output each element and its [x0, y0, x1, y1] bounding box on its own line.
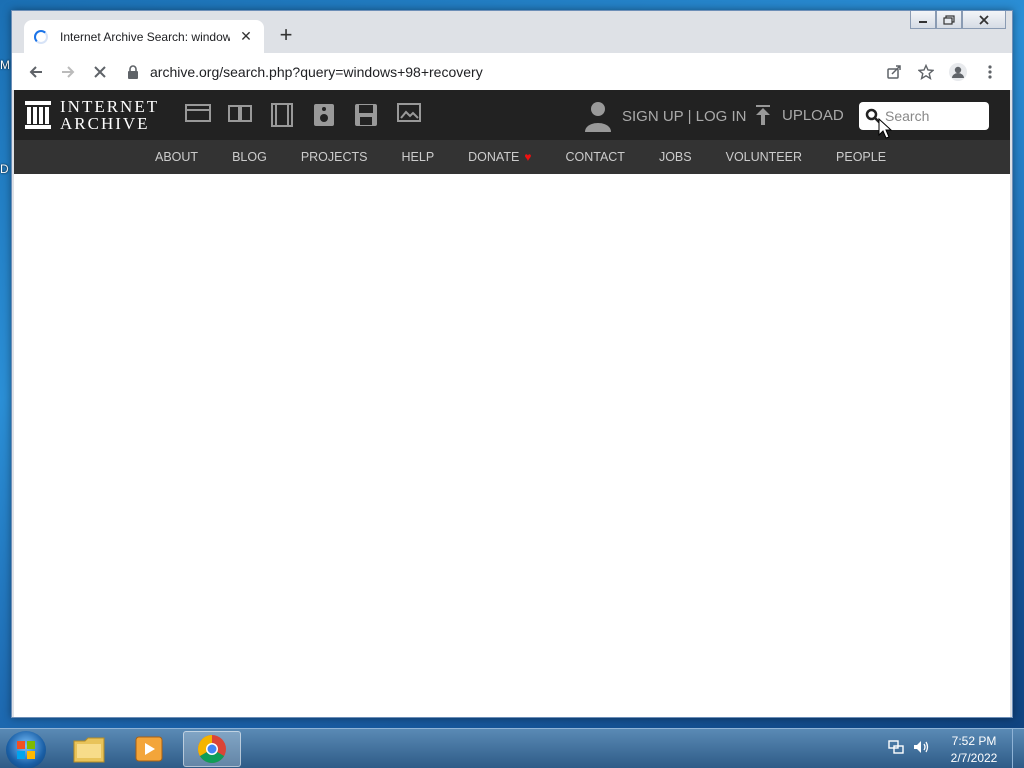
new-tab-button[interactable]: + — [274, 23, 298, 47]
chrome-taskbar-button[interactable] — [183, 731, 241, 767]
page-content: INTERNET ARCHIVE SIGN UP | LOG IN UPLOAD… — [14, 90, 1010, 717]
close-window-button[interactable] — [962, 11, 1006, 29]
media-player-taskbar-button[interactable] — [120, 731, 178, 767]
minimize-button[interactable] — [910, 11, 936, 29]
window-controls — [910, 11, 1006, 29]
share-icon — [887, 64, 901, 79]
ia-nav-bar: ABOUT BLOG PROJECTS HELP DONATE ♥ CONTAC… — [14, 140, 1010, 174]
logo-line-2: ARCHIVE — [60, 114, 150, 133]
nav-about[interactable]: ABOUT — [155, 150, 198, 164]
lock-icon — [122, 64, 144, 79]
nav-blog[interactable]: BLOG — [232, 150, 267, 164]
taskbar: 7:52 PM 2/7/2022 — [0, 728, 1024, 768]
sign-up-login-label: SIGN UP | LOG IN — [622, 107, 747, 125]
heart-icon: ♥ — [524, 150, 532, 164]
show-desktop-button[interactable] — [1012, 729, 1024, 768]
menu-button[interactable] — [974, 56, 1006, 88]
bookmark-button[interactable] — [910, 56, 942, 88]
media-player-icon — [135, 736, 163, 762]
ia-wordmark: INTERNET ARCHIVE — [60, 98, 159, 132]
toolbar-actions — [878, 56, 1006, 88]
clock-time: 7:52 PM — [951, 734, 997, 748]
network-icon[interactable] — [888, 739, 904, 760]
upload-label: UPLOAD — [782, 106, 844, 124]
title-bar: Internet Archive Search: windows 98 reco… — [12, 11, 1012, 53]
media-type-icons — [177, 103, 429, 127]
kebab-menu-icon — [988, 64, 992, 79]
chrome-icon — [198, 735, 226, 763]
nav-donate-label: DONATE — [468, 150, 520, 164]
windows-logo-icon — [17, 741, 35, 759]
upload-icon — [756, 105, 770, 125]
archive-building-icon — [25, 101, 51, 129]
nav-help[interactable]: HELP — [402, 150, 435, 164]
back-button[interactable] — [20, 56, 52, 88]
tab-title: Internet Archive Search: windows 98 reco… — [60, 29, 230, 44]
images-icon[interactable] — [387, 103, 429, 127]
sign-up-login[interactable]: SIGN UP | LOG IN — [584, 100, 746, 132]
folder-icon — [73, 737, 105, 763]
stop-icon — [94, 65, 106, 78]
loading-spinner-icon — [34, 29, 48, 44]
clock-date: 2/7/2022 — [950, 751, 998, 765]
close-tab-icon[interactable]: ✕ — [238, 28, 254, 45]
nav-people[interactable]: PEOPLE — [836, 150, 886, 164]
browser-toolbar: archive.org/search.php?query=windows+98+… — [12, 53, 1012, 90]
user-icon — [585, 102, 611, 132]
nav-jobs[interactable]: JOBS — [659, 150, 692, 164]
forward-arrow-icon — [62, 65, 75, 78]
web-icon[interactable] — [177, 103, 219, 127]
logo-line-1: INTERNET — [60, 97, 160, 116]
star-icon — [918, 63, 934, 80]
nav-projects[interactable]: PROJECTS — [301, 150, 368, 164]
system-tray — [888, 739, 938, 760]
stop-button[interactable] — [84, 56, 116, 88]
profile-button[interactable] — [942, 56, 974, 88]
desktop-icon-label: M — [0, 58, 10, 72]
search-input[interactable] — [885, 108, 985, 124]
video-icon[interactable] — [261, 103, 303, 127]
browser-window: Internet Archive Search: windows 98 reco… — [11, 10, 1013, 718]
profile-icon — [949, 62, 967, 81]
ia-logo[interactable]: INTERNET ARCHIVE — [24, 98, 159, 132]
texts-icon[interactable] — [219, 103, 261, 127]
system-clock[interactable]: 7:52 PM 2/7/2022 — [946, 733, 1002, 767]
share-button[interactable] — [878, 56, 910, 88]
nav-donate[interactable]: DONATE ♥ — [468, 150, 531, 164]
software-icon[interactable] — [345, 103, 387, 127]
ia-header: INTERNET ARCHIVE SIGN UP | LOG IN UPLOAD… — [14, 90, 1010, 140]
audio-icon[interactable] — [303, 103, 345, 127]
volume-icon[interactable] — [912, 739, 930, 760]
nav-volunteer[interactable]: VOLUNTEER — [726, 150, 802, 164]
back-arrow-icon — [29, 65, 42, 78]
mouse-cursor-icon — [878, 118, 892, 139]
explorer-taskbar-button[interactable] — [60, 731, 118, 767]
forward-button[interactable] — [52, 56, 84, 88]
nav-contact[interactable]: CONTACT — [565, 150, 625, 164]
url-text: archive.org/search.php?query=windows+98+… — [150, 63, 483, 80]
browser-tab[interactable]: Internet Archive Search: windows 98 reco… — [24, 20, 264, 53]
desktop-icon-label: D — [0, 162, 9, 176]
address-bar[interactable]: archive.org/search.php?query=windows+98+… — [122, 56, 862, 87]
start-button[interactable] — [6, 731, 46, 768]
upload-link[interactable]: UPLOAD — [754, 104, 844, 126]
restore-button[interactable] — [936, 11, 962, 29]
